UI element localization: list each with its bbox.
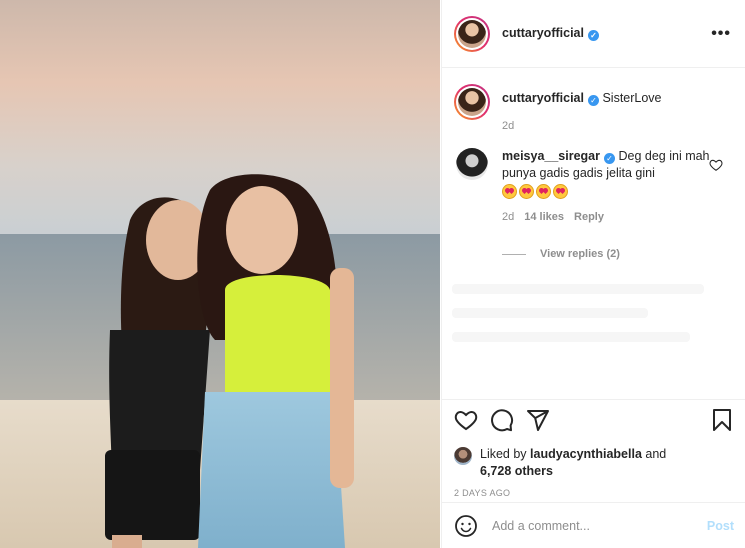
heart-eyes-emoji-icon bbox=[553, 184, 568, 199]
post-photo[interactable] bbox=[0, 0, 440, 548]
caption-author-avatar[interactable] bbox=[454, 84, 490, 120]
comment-input[interactable] bbox=[492, 518, 692, 533]
bookmark-icon[interactable] bbox=[710, 408, 734, 432]
blurred-comments-area bbox=[452, 270, 732, 390]
commenter-avatar[interactable] bbox=[456, 148, 488, 180]
view-replies-button[interactable]: View replies (2) bbox=[502, 248, 745, 260]
emoji-icon[interactable] bbox=[454, 514, 478, 538]
comment-reply-button[interactable]: Reply bbox=[574, 209, 604, 226]
heart-eyes-emoji-icon bbox=[502, 184, 517, 199]
commenter-username[interactable]: meisya__siregar bbox=[502, 149, 600, 163]
comment-item: meisya__siregar ✓ Deg deg ini mah punya g… bbox=[442, 132, 745, 226]
comment-icon[interactable] bbox=[490, 408, 514, 432]
post-actions: Liked by laudyacynthiabella and 6,728 ot… bbox=[442, 399, 745, 498]
liked-by-user[interactable]: laudyacynthiabella bbox=[530, 447, 642, 461]
caption-timestamp[interactable]: 2d bbox=[502, 120, 662, 132]
post-button[interactable]: Post bbox=[707, 519, 734, 533]
verified-badge-icon: ✓ bbox=[587, 30, 599, 41]
more-options-icon[interactable]: ••• bbox=[711, 25, 731, 43]
comment-likes[interactable]: 14 likes bbox=[524, 209, 564, 226]
heart-eyes-emoji-icon bbox=[519, 184, 534, 199]
heart-icon[interactable] bbox=[454, 408, 478, 432]
add-comment-bar: Post bbox=[442, 502, 745, 548]
liked-by-prefix: Liked by bbox=[480, 447, 527, 461]
liked-by: Liked by laudyacynthiabella and 6,728 ot… bbox=[454, 446, 734, 480]
caption: cuttaryofficial ✓ SisterLove 2d bbox=[442, 68, 745, 132]
caption-author-username[interactable]: cuttaryofficial bbox=[502, 91, 584, 105]
liked-by-and: and bbox=[645, 447, 667, 461]
comment-like-heart-icon[interactable] bbox=[709, 158, 723, 172]
verified-badge-icon: ✓ bbox=[587, 95, 599, 106]
comment-timestamp[interactable]: 2d bbox=[502, 209, 514, 226]
replies-divider-line bbox=[502, 253, 526, 255]
author-avatar[interactable] bbox=[454, 15, 490, 52]
liked-by-others[interactable]: 6,728 others bbox=[480, 464, 553, 478]
verified-badge-icon: ✓ bbox=[604, 153, 615, 164]
post-date[interactable]: 2 DAYS AGO bbox=[454, 488, 734, 498]
author-username[interactable]: cuttaryofficial ✓ bbox=[502, 26, 599, 41]
comment-emojis bbox=[502, 184, 712, 199]
caption-text: SisterLove bbox=[602, 91, 662, 105]
heart-eyes-emoji-icon bbox=[536, 184, 551, 199]
share-icon[interactable] bbox=[526, 408, 550, 432]
post-header: cuttaryofficial ✓ ••• bbox=[442, 0, 745, 68]
post-sidebar: cuttaryofficial ✓ ••• cuttaryofficial ✓ Si… bbox=[441, 0, 745, 548]
liked-by-avatar[interactable] bbox=[454, 447, 472, 465]
